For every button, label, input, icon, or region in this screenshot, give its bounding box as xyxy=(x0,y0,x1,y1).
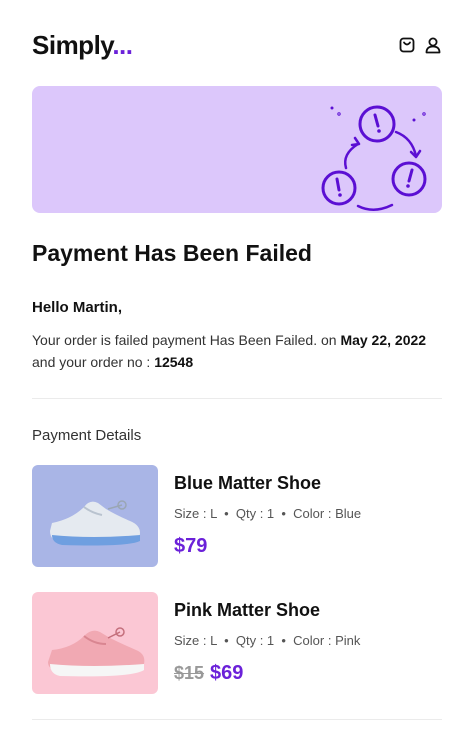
product-current-price: $79 xyxy=(174,535,208,557)
payment-failed-cycle-illustration xyxy=(321,105,427,211)
order-number: 12548 xyxy=(154,354,194,370)
order-date: May 22, 2022 xyxy=(340,332,427,348)
message-text-1: Your order is failed payment Has Been Fa… xyxy=(32,332,341,348)
user-icon[interactable] xyxy=(424,36,442,54)
product-meta: Size : L • Qty : 1 • Color : Pink xyxy=(174,633,361,648)
product-item[interactable]: Blue Matter Shoe Size : L • Qty : 1 • Co… xyxy=(32,465,442,567)
product-item[interactable]: Pink Matter Shoe Size : L • Qty : 1 • Co… xyxy=(32,592,442,694)
banner xyxy=(32,86,442,213)
payment-details-title: Payment Details xyxy=(32,427,142,444)
product-image[interactable] xyxy=(32,592,158,694)
product-price: $79 xyxy=(174,535,207,558)
header: Simply... xyxy=(32,30,442,64)
product-qty: Qty : 1 xyxy=(235,506,275,521)
product-old-price: $15 xyxy=(174,663,205,683)
blue-shoe-image xyxy=(50,500,140,546)
product-size: Size : L xyxy=(174,506,217,521)
product-name: Blue Matter Shoe xyxy=(174,473,322,493)
page-title: Payment Has Been Failed xyxy=(32,240,312,266)
pink-shoe-image xyxy=(48,627,145,677)
logo-text: Simply xyxy=(32,30,113,60)
greeting: Hello Martin, xyxy=(32,299,123,316)
header-icons xyxy=(398,36,442,54)
message-text-2: and your order no : xyxy=(32,354,155,370)
divider xyxy=(32,398,442,399)
product-qty: Qty : 1 xyxy=(235,633,275,648)
product-name: Pink Matter Shoe xyxy=(174,600,321,620)
product-size: Size : L xyxy=(174,633,217,648)
product-meta: Size : L • Qty : 1 • Color : Blue xyxy=(174,506,362,521)
product-current-price: $69 xyxy=(210,662,244,684)
product-color: Color : Pink xyxy=(293,633,361,648)
product-price: $15 $69 xyxy=(174,662,243,685)
logo[interactable]: Simply... xyxy=(32,30,133,61)
shopping-bag-icon[interactable] xyxy=(398,36,416,54)
logo-dots: ... xyxy=(112,30,133,60)
divider xyxy=(32,719,442,720)
product-image[interactable] xyxy=(32,465,158,567)
product-color: Color : Blue xyxy=(293,506,362,521)
order-message: Your order is failed payment Has Been Fa… xyxy=(32,329,442,373)
